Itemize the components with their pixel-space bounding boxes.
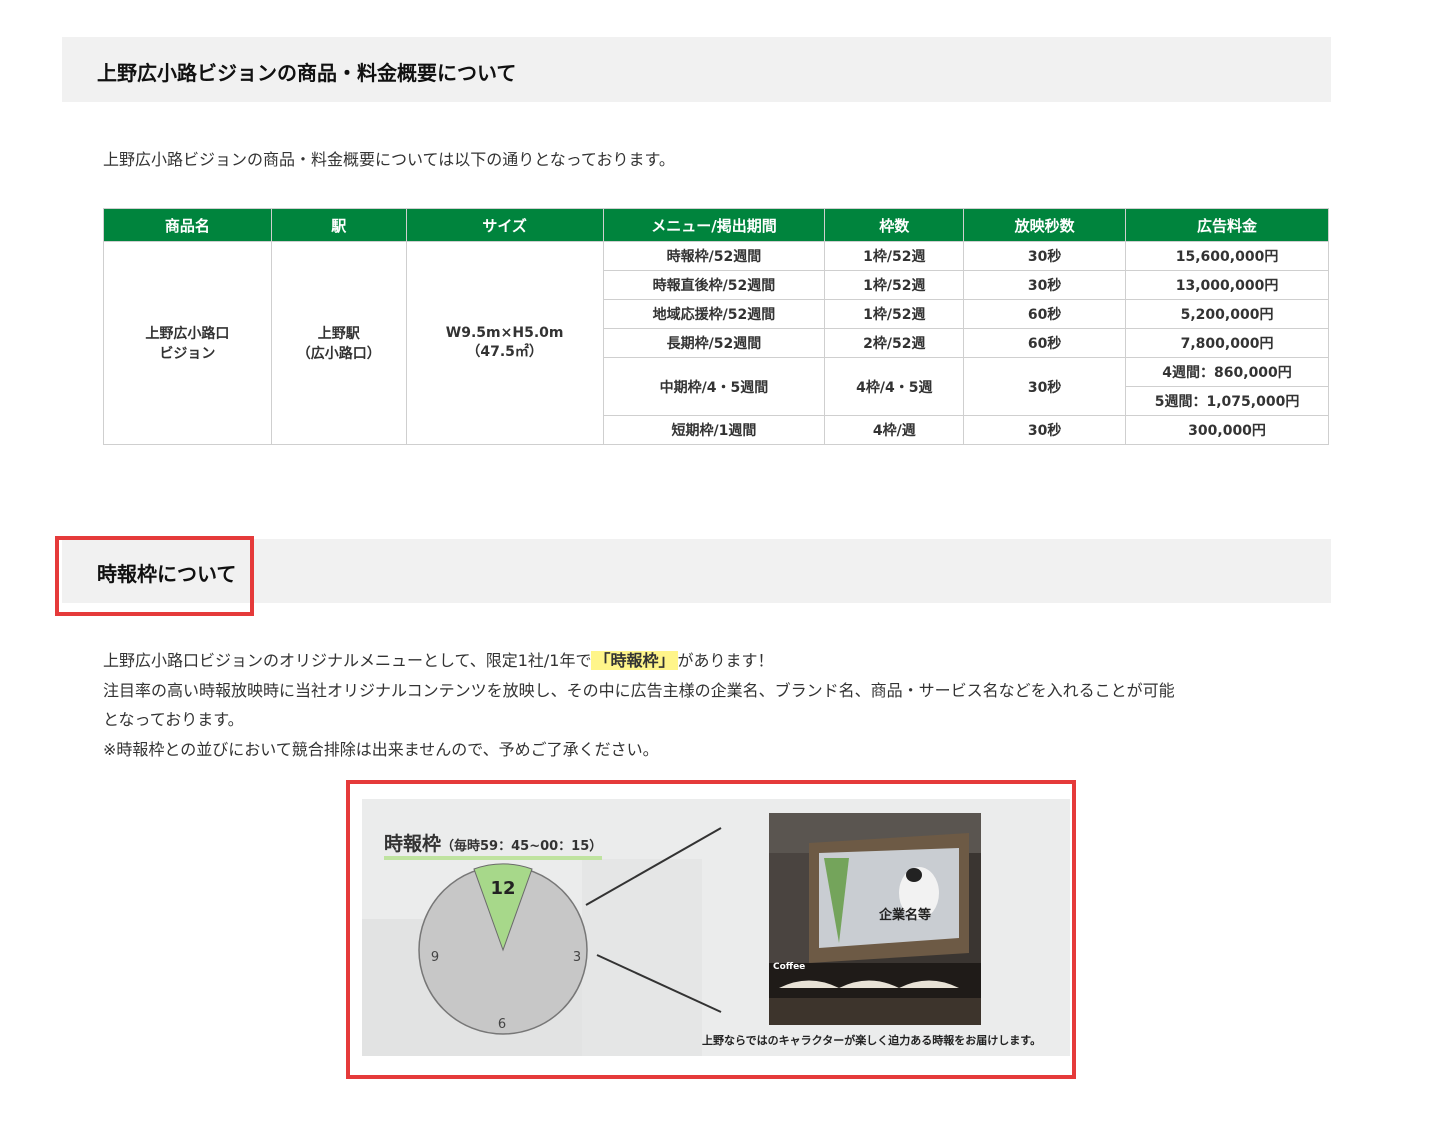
header-price: 広告料金 — [1125, 208, 1329, 242]
cell-station: 上野駅 （広小路口） — [270, 241, 407, 445]
header-slots: 枠数 — [824, 208, 965, 242]
cell-seconds: 60秒 — [963, 299, 1127, 329]
cell-slots: 4枠/4・5週 — [824, 357, 965, 416]
cell-seconds: 60秒 — [963, 328, 1127, 358]
cell-slots: 1枠/52週 — [824, 270, 965, 300]
cell-price: 7,800,000円 — [1125, 328, 1329, 358]
cell-menu: 時報直後枠/52週間 — [602, 270, 826, 300]
cell-slots: 4枠/週 — [824, 415, 965, 445]
jiho-line4: ※時報枠との並びにおいて競合排除は出来ませんので、予めご了承ください。 — [103, 739, 659, 759]
cell-menu: 時報枠/52週間 — [602, 241, 826, 271]
jiho-line2: 注目率の高い時報放映時に当社オリジナルコンテンツを放映し、その中に広告主様の企業… — [103, 680, 1175, 700]
cell-seconds: 30秒 — [963, 415, 1127, 445]
highlight-box-heading — [55, 536, 254, 616]
station-line1: 上野駅 — [317, 326, 360, 342]
jiho-line3: となっております。 — [103, 710, 244, 729]
header-size: サイズ — [405, 208, 604, 242]
cell-menu: 長期枠/52週間 — [602, 328, 826, 358]
jiho-highlight-term: 「時報枠」 — [591, 651, 678, 670]
cell-menu: 短期枠/1週間 — [602, 415, 826, 445]
section-header-pricing: 上野広小路ビジョンの商品・料金概要について — [62, 37, 1331, 102]
jiho-description: 上野広小路口ビジョンのオリジナルメニューとして、限定1社/1年で 「時報枠」 があり… — [103, 646, 1333, 764]
jiho-line1-end: があります！ — [677, 651, 774, 670]
section-title-pricing: 上野広小路ビジョンの商品・料金概要について — [97, 61, 517, 85]
size-line1: W9.5m×H5.0m — [445, 325, 564, 341]
cell-price: 5週間：1,075,000円 — [1125, 386, 1329, 416]
cell-product: 上野広小路口 ビジョン — [103, 241, 272, 445]
cell-slots: 1枠/52週 — [824, 299, 965, 329]
cell-menu: 地域応援枠/52週間 — [602, 299, 826, 329]
station-line2: （広小路口） — [296, 346, 381, 362]
header-seconds: 放映秒数 — [963, 208, 1127, 242]
header-station: 駅 — [270, 208, 407, 242]
table-row: 上野広小路口 ビジョン 上野駅 （広小路口） W9.5m×H5.0m （47.5… — [103, 241, 1329, 445]
cell-price: 300,000円 — [1125, 415, 1329, 445]
cell-size: W9.5m×H5.0m （47.5㎡） — [405, 241, 604, 445]
cell-seconds: 30秒 — [963, 357, 1127, 416]
highlight-box-illustration — [346, 780, 1076, 1079]
jiho-line1: 上野広小路口ビジョンのオリジナルメニューとして、限定1社/1年で 「時報枠」 があり… — [103, 646, 1333, 676]
cell-price: 15,600,000円 — [1125, 241, 1329, 271]
cell-price: 5,200,000円 — [1125, 299, 1329, 329]
product-name-line2: ビジョン — [159, 346, 216, 362]
cell-price: 13,000,000円 — [1125, 270, 1329, 300]
header-menu: メニュー/掲出期間 — [602, 208, 826, 242]
pricing-intro-text: 上野広小路ビジョンの商品・料金概要については以下の通りとなっております。 — [103, 150, 675, 169]
cell-slots: 1枠/52週 — [824, 241, 965, 271]
size-line2: （47.5㎡） — [466, 344, 543, 360]
cell-menu: 中期枠/4・5週間 — [602, 357, 826, 416]
cell-price: 4週間：860,000円 — [1125, 357, 1329, 387]
jiho-line1-text: 上野広小路口ビジョンのオリジナルメニューとして、限定1社/1年で — [103, 651, 592, 670]
pricing-table: 商品名 駅 サイズ メニュー/掲出期間 枠数 放映秒数 広告料金 上野広小路口 … — [103, 208, 1329, 445]
header-product: 商品名 — [103, 208, 272, 242]
cell-slots: 2枠/52週 — [824, 328, 965, 358]
table-header-row: 商品名 駅 サイズ メニュー/掲出期間 枠数 放映秒数 広告料金 — [103, 208, 1329, 242]
product-name-line1: 上野広小路口 — [145, 326, 230, 342]
cell-seconds: 30秒 — [963, 270, 1127, 300]
cell-seconds: 30秒 — [963, 241, 1127, 271]
